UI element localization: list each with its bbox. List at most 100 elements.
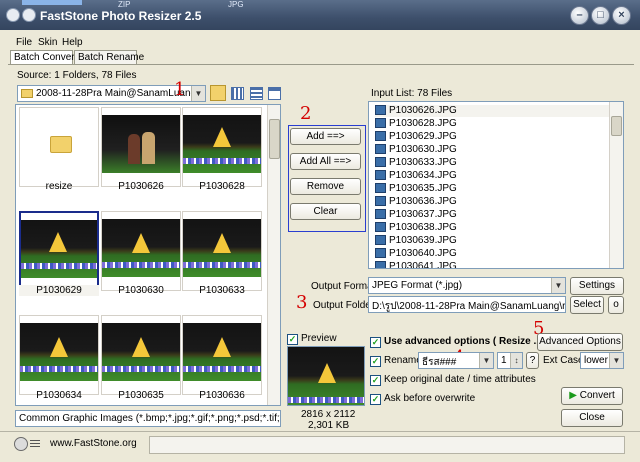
thumbnail-label: P1030630 (118, 285, 164, 296)
app-window: { "window": {"title": "FastStone Photo R… (0, 0, 640, 462)
thumbnail-label: P1030636 (199, 390, 245, 401)
thumbnail-label: resize (45, 181, 73, 192)
keep-date-checkbox[interactable]: ✓ (370, 375, 381, 386)
list-item[interactable]: P1030639.JPG (375, 235, 457, 247)
thumbnail-view-icon[interactable] (231, 87, 244, 100)
chevron-down-icon[interactable]: ▼ (479, 353, 493, 368)
thumbnail-image[interactable] (101, 211, 181, 291)
file-filter-combo[interactable]: Common Graphic Images (*.bmp;*.jpg;*.gif… (15, 410, 281, 427)
list-item[interactable]: P1030629.JPG (375, 131, 457, 143)
play-icon: ▶ (569, 390, 577, 401)
thumbnail-image[interactable] (182, 315, 262, 395)
menu-file[interactable]: File (16, 37, 32, 48)
thumbnail-label: P1030633 (199, 285, 245, 296)
tab-batch-rename[interactable]: Batch Rename (74, 50, 144, 65)
list-view-icon[interactable] (250, 87, 263, 100)
image-file-icon (375, 105, 386, 116)
remove-button[interactable]: Remove (290, 178, 361, 195)
taskbar-tab-jpg[interactable]: JPG (228, 0, 244, 9)
input-list-scrollbar[interactable] (609, 102, 623, 268)
add-all-button[interactable]: Add All ==> (290, 153, 361, 170)
thumbnail-image[interactable] (101, 107, 181, 187)
thumbnail-pane[interactable]: resize P1030626 P1030628 P1030629 P10306… (15, 104, 281, 406)
advanced-options-checkbox[interactable]: ✓ (370, 337, 381, 348)
output-folder-input[interactable]: D:\รูป\2008-11-28Pra Main@SanamLuang\res… (368, 296, 566, 313)
source-label: Source: 1 Folders, 78 Files (17, 70, 137, 81)
advanced-options-label: Use advanced options ( Resize ... ) (384, 336, 548, 347)
list-item[interactable]: P1030641.JPG (375, 261, 457, 268)
folder-path: 2008-11-28Pra Main@SanamLuang (36, 88, 197, 99)
app-icon (22, 8, 36, 22)
chevron-down-icon[interactable]: ▼ (191, 86, 205, 101)
list-item[interactable]: P1030638.JPG (375, 222, 457, 234)
preview-label: Preview (301, 333, 337, 344)
image-file-icon (375, 170, 386, 181)
add-button[interactable]: Add ==> (290, 128, 361, 145)
rename-help-button[interactable]: ? (526, 352, 539, 369)
tab-batch-convert[interactable]: Batch Convert (10, 50, 77, 65)
close-button[interactable]: Close (561, 409, 623, 427)
image-file-icon (375, 248, 386, 259)
annotation-3: 3 (296, 292, 308, 313)
advanced-options-button[interactable]: Advanced Options (537, 333, 623, 351)
preview-image (287, 346, 365, 406)
list-item[interactable]: P1030630.JPG (375, 144, 457, 156)
image-file-icon (375, 235, 386, 246)
menu-lines-icon (30, 440, 40, 441)
input-list-label: Input List: 78 Files (371, 88, 453, 99)
rename-label: Rename (384, 355, 422, 366)
thumbnail-scrollbar[interactable] (267, 105, 280, 405)
details-view-icon[interactable] (268, 87, 281, 100)
folder-icon (50, 136, 72, 153)
menu-skin[interactable]: Skin (38, 37, 57, 48)
spinner-icon[interactable]: ↕ (510, 353, 522, 368)
preview-dimensions: 2816 x 2112 (301, 409, 356, 420)
keep-date-label: Keep original date / time attributes (384, 374, 536, 385)
image-file-icon (375, 157, 386, 168)
thumbnail-image[interactable] (182, 107, 262, 187)
convert-button[interactable]: ▶ Convert (561, 387, 623, 405)
list-item[interactable]: P1030640.JPG (375, 248, 457, 260)
website-link[interactable]: www.FastStone.org (50, 438, 137, 449)
settings-button[interactable]: Settings (570, 277, 624, 295)
thumbnail-folder[interactable] (19, 107, 99, 187)
app-menu-icon[interactable] (6, 8, 20, 22)
scroll-thumb[interactable] (269, 119, 280, 159)
ask-overwrite-label: Ask before overwrite (384, 393, 476, 404)
list-item[interactable]: P1030637.JPG (375, 209, 457, 221)
folder-up-icon[interactable] (210, 85, 226, 101)
image-file-icon (375, 183, 386, 194)
minimize-icon[interactable]: – (570, 6, 589, 25)
input-file-list[interactable]: P1030626.JPG P1030628.JPG P1030629.JPG P… (368, 101, 624, 269)
thumbnail-label: P1030628 (199, 181, 245, 192)
list-item[interactable]: P1030635.JPG (375, 183, 457, 195)
thumbnail-image[interactable] (101, 315, 181, 395)
open-folder-button[interactable]: o (608, 296, 624, 314)
list-item[interactable]: P1030636.JPG (375, 196, 457, 208)
scroll-thumb[interactable] (611, 116, 622, 136)
list-item[interactable]: P1030626.JPG (375, 105, 611, 117)
taskbar-strip (22, 0, 82, 5)
image-file-icon (375, 118, 386, 129)
preview-checkbox[interactable]: ✓ (287, 334, 298, 345)
taskbar-tab-zip[interactable]: ZIP (118, 0, 130, 9)
chevron-down-icon[interactable]: ▼ (551, 278, 565, 293)
clear-button[interactable]: Clear (290, 203, 361, 220)
image-file-icon (375, 196, 386, 207)
thumbnail-image[interactable] (19, 315, 99, 395)
image-file-icon (375, 209, 386, 220)
maximize-icon[interactable]: □ (591, 6, 610, 25)
output-format-combo[interactable]: JPEG Format (*.jpg) (368, 277, 566, 294)
rename-checkbox[interactable]: ✓ (370, 356, 381, 367)
list-item[interactable]: P1030634.JPG (375, 170, 457, 182)
close-icon[interactable]: × (612, 6, 631, 25)
ask-overwrite-checkbox[interactable]: ✓ (370, 394, 381, 405)
thumbnail-image-selected[interactable] (19, 211, 99, 291)
chevron-down-icon[interactable]: ▼ (609, 353, 623, 368)
list-item[interactable]: P1030633.JPG (375, 157, 457, 169)
menu-help[interactable]: Help (62, 37, 83, 48)
faststone-logo-icon (14, 437, 28, 451)
thumbnail-image[interactable] (182, 211, 262, 291)
select-folder-button[interactable]: Select (570, 296, 604, 314)
list-item[interactable]: P1030628.JPG (375, 118, 457, 130)
